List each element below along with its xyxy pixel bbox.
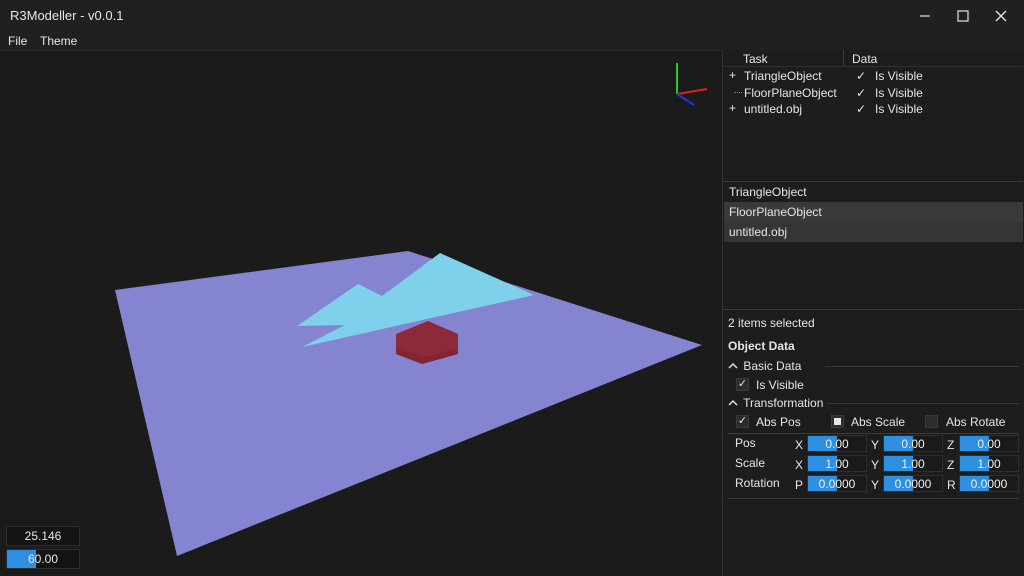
grid-rule	[727, 433, 1019, 434]
number-drag-field[interactable]: 0.00	[959, 435, 1019, 452]
axis-label: Z	[947, 458, 955, 472]
abs-scale-label: Abs Scale	[851, 415, 906, 429]
group-rule	[825, 366, 1019, 367]
list-item-selected[interactable]: untitled.obj	[724, 222, 1023, 242]
tree-header: Task Data	[723, 50, 1023, 67]
abs-pos-label: Abs Pos	[756, 415, 801, 429]
axis-label: R	[947, 478, 956, 492]
3d-viewport[interactable]: 25.146 60.00	[0, 50, 722, 576]
field-value: 0.00	[901, 437, 925, 451]
is-visible-label: Is Visible	[756, 378, 804, 392]
axis-label: Y	[871, 478, 880, 492]
axis-label: Y	[871, 458, 880, 472]
maximize-button[interactable]	[944, 0, 982, 32]
expand-icon[interactable]: +	[729, 102, 739, 114]
fps-value: 60.00	[27, 552, 59, 566]
abs-rotate-checkbox[interactable]	[925, 415, 938, 428]
group-label: Transformation	[743, 396, 824, 410]
field-value: 0.0000	[818, 477, 856, 491]
frame-time-readout: 25.146	[6, 526, 80, 546]
chevron-up-icon	[728, 363, 738, 369]
tree-row-triangle[interactable]: + TriangleObject ✓ Is Visible	[723, 68, 1023, 84]
field-value: 1.00	[825, 457, 849, 471]
tree-item-label[interactable]: TriangleObject	[744, 69, 822, 83]
menu-theme[interactable]: Theme	[40, 34, 77, 48]
visible-checkbox[interactable]: ✓	[856, 87, 868, 99]
visible-checkbox[interactable]: ✓	[856, 70, 868, 82]
transform-row-label: Rotation	[735, 476, 780, 490]
tree-connector	[734, 92, 742, 93]
visible-checkbox[interactable]: ✓	[856, 103, 868, 115]
tree-row-untitled[interactable]: + untitled.obj ✓ Is Visible	[723, 101, 1023, 117]
number-drag-field[interactable]: 1.00	[959, 455, 1019, 472]
window-title: R3Modeller - v0.0.1	[10, 8, 124, 23]
transform-row-label: Scale	[735, 456, 766, 470]
maximize-icon	[957, 10, 969, 22]
field-value: 0.00	[977, 437, 1001, 451]
frame-time-value: 25.146	[24, 529, 62, 543]
close-button[interactable]	[982, 0, 1020, 32]
right-panel: Task Data + TriangleObject ✓ Is Visible …	[722, 50, 1024, 576]
number-drag-field[interactable]: 0.0000	[959, 475, 1019, 492]
tree-item-label[interactable]: FloorPlaneObject	[744, 86, 837, 100]
indeterminate-indicator	[834, 418, 841, 425]
list-item-selected[interactable]: FloorPlaneObject	[724, 202, 1023, 222]
number-drag-field[interactable]: 0.0000	[807, 475, 867, 492]
visible-label: Is Visible	[875, 69, 923, 83]
number-drag-field[interactable]: 0.0000	[883, 475, 943, 492]
column-task[interactable]: Task	[743, 52, 768, 66]
is-visible-checkbox[interactable]: ✓	[736, 378, 749, 391]
field-value: 1.00	[901, 457, 925, 471]
field-value: 1.00	[977, 457, 1001, 471]
axis-label: P	[795, 478, 804, 492]
number-drag-field[interactable]: 0.00	[807, 435, 867, 452]
tree-row-floor[interactable]: FloorPlaneObject ✓ Is Visible	[723, 85, 1023, 101]
list-item[interactable]: TriangleObject	[724, 182, 1023, 202]
visible-label: Is Visible	[875, 86, 923, 100]
menu-file[interactable]: File	[8, 34, 27, 48]
abs-pos-checkbox[interactable]: ✓	[736, 415, 749, 428]
abs-rotate-label: Abs Rotate	[946, 415, 1006, 429]
scene-canvas[interactable]	[0, 51, 722, 576]
expand-icon[interactable]: +	[729, 69, 739, 81]
minimize-button[interactable]	[906, 0, 944, 32]
column-data[interactable]: Data	[852, 52, 877, 66]
axis-label: X	[795, 458, 804, 472]
minimize-icon	[920, 15, 930, 17]
fps-bar: 60.00	[6, 549, 80, 569]
abs-scale-checkbox[interactable]	[831, 415, 844, 428]
axis-label: X	[795, 438, 804, 452]
number-drag-field[interactable]: 1.00	[807, 455, 867, 472]
grid-rule	[727, 498, 1019, 499]
tree-item-label[interactable]: untitled.obj	[744, 102, 802, 116]
field-value: 0.0000	[970, 477, 1008, 491]
basic-data-group-header[interactable]: Basic Data	[728, 359, 801, 373]
group-label: Basic Data	[743, 359, 802, 373]
selection-summary: 2 items selected	[728, 316, 815, 330]
close-icon	[995, 10, 1007, 22]
field-value: 0.0000	[894, 477, 932, 491]
transform-row-label: Pos	[735, 436, 756, 450]
chevron-up-icon	[728, 400, 738, 406]
number-drag-field[interactable]: 0.00	[883, 435, 943, 452]
field-value: 0.00	[825, 437, 849, 451]
visible-label: Is Visible	[875, 102, 923, 116]
menu-bar: File Theme	[0, 32, 1024, 50]
properties-title: Object Data	[728, 339, 795, 353]
axis-gizmo	[676, 63, 708, 106]
group-rule	[827, 403, 1019, 404]
number-drag-field[interactable]: 1.00	[883, 455, 943, 472]
title-bar: R3Modeller - v0.0.1	[0, 0, 1024, 32]
transformation-group-header[interactable]: Transformation	[728, 396, 823, 410]
splitter[interactable]	[723, 309, 1023, 310]
axis-label: Y	[871, 438, 880, 452]
axis-label: Z	[947, 438, 955, 452]
column-separator[interactable]	[843, 50, 844, 67]
